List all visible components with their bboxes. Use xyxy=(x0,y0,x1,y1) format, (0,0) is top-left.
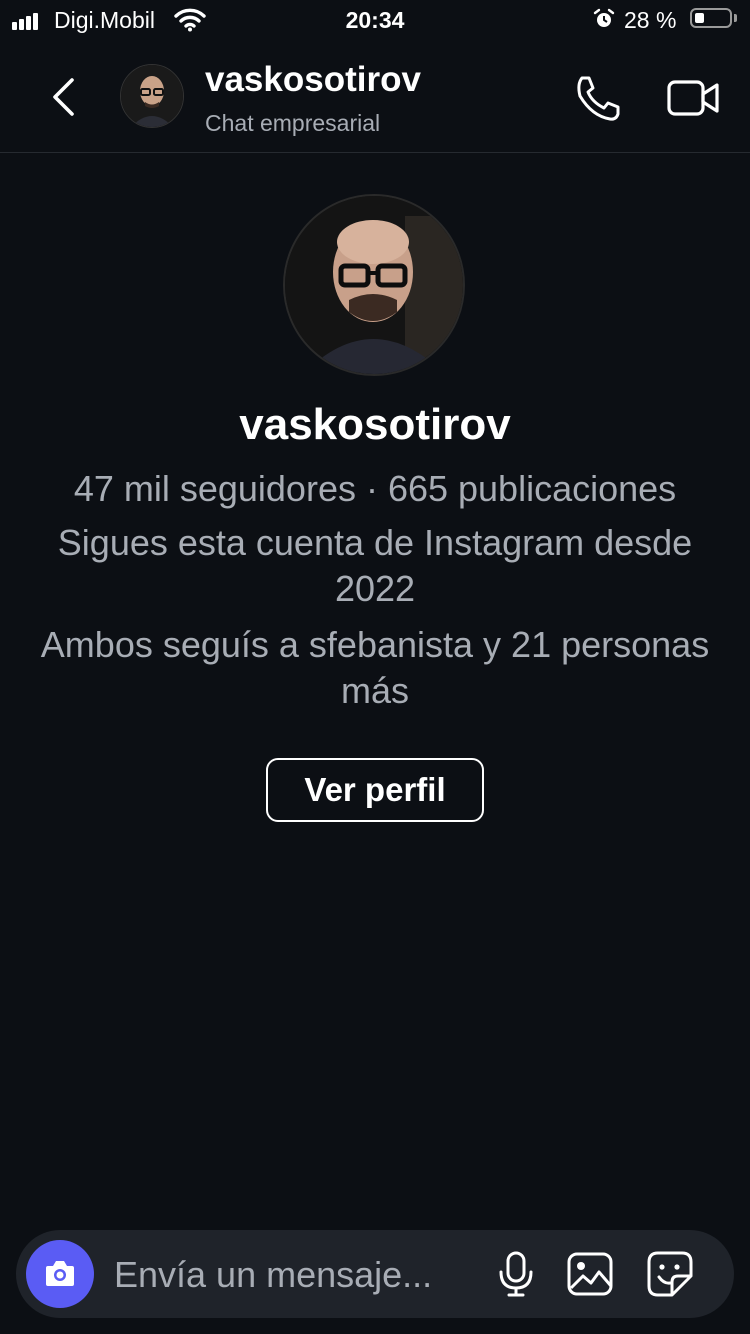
phone-icon[interactable] xyxy=(572,72,624,124)
profile-name: vaskosotirov xyxy=(239,400,511,449)
battery-icon xyxy=(690,8,732,28)
battery-fill xyxy=(695,13,704,23)
alarm-icon xyxy=(593,8,615,35)
header-avatar[interactable] xyxy=(120,64,184,128)
battery-percent: 28 % xyxy=(624,7,677,33)
battery-cap xyxy=(734,14,737,22)
header-username[interactable]: vaskosotirov xyxy=(205,60,421,100)
back-chevron-icon[interactable] xyxy=(40,72,90,122)
video-camera-icon[interactable] xyxy=(665,72,723,124)
header-subtitle: Chat empresarial xyxy=(205,110,381,136)
message-composer xyxy=(16,1230,734,1318)
sticker-icon[interactable] xyxy=(646,1250,694,1298)
profile-stats: 47 mil seguidores · 665 publicaciones xyxy=(73,468,677,509)
message-input[interactable] xyxy=(112,1248,476,1302)
status-bar: Digi.Mobil 20:34 28 % xyxy=(0,0,750,40)
chat-header: vaskosotirov Chat empresarial xyxy=(0,48,750,153)
profile-avatar[interactable] xyxy=(283,194,465,376)
view-profile-button[interactable]: Ver perfil xyxy=(266,758,484,822)
microphone-icon[interactable] xyxy=(494,1250,538,1298)
mutual-followers-text: Ambos seguís a sfebanista y 21 personas … xyxy=(40,624,710,711)
follow-since-text: Sigues esta cuenta de Instagram desde 20… xyxy=(57,522,693,609)
camera-icon[interactable] xyxy=(26,1240,94,1308)
gallery-icon[interactable] xyxy=(566,1250,614,1298)
